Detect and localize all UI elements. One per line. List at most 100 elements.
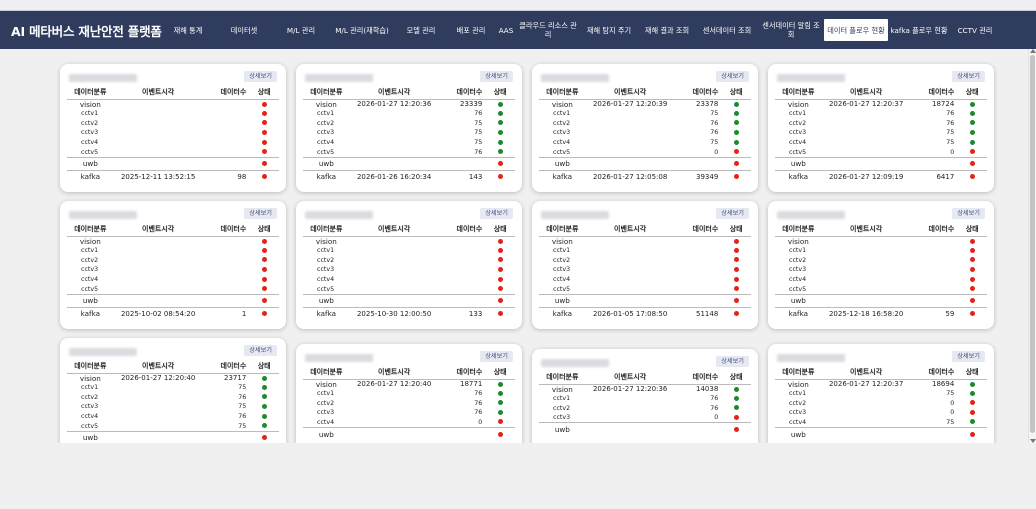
row-event-time xyxy=(586,394,675,404)
row-category: cctv5 xyxy=(317,285,335,293)
menu-item-9[interactable]: 재해 탐지 주기 xyxy=(580,11,638,49)
detail-button[interactable]: 상세보기 xyxy=(716,208,749,219)
row-category: cctv2 xyxy=(317,256,335,264)
table-row: cctv2 xyxy=(539,255,751,265)
menu-item-11[interactable]: 센서데이터 조회 xyxy=(696,11,758,49)
table-row: cctv3 xyxy=(539,265,751,275)
menu-item-12[interactable]: 센서데이터 알림 조회 xyxy=(758,11,824,49)
detail-button[interactable]: 상세보기 xyxy=(244,345,277,356)
column-header-event-time: 이벤트시각 xyxy=(821,366,911,380)
row-event-time xyxy=(822,128,911,138)
row-status xyxy=(721,284,751,294)
row-category: kafka xyxy=(67,169,114,184)
row-category: cctv5 xyxy=(789,148,807,156)
table-row: cctv4 76 xyxy=(67,412,279,422)
status-red-icon xyxy=(733,174,739,180)
row-count xyxy=(910,293,958,308)
row-count xyxy=(910,156,958,171)
row-status xyxy=(721,413,751,423)
row-category: vision xyxy=(787,236,809,246)
detail-button[interactable]: 상세보기 xyxy=(952,71,985,82)
detail-button[interactable]: 상세보기 xyxy=(244,71,277,82)
row-category: cctv3 xyxy=(81,266,99,274)
row-category: kafka xyxy=(303,306,350,321)
detail-button[interactable]: 상세보기 xyxy=(480,208,513,219)
row-count: 76 xyxy=(710,119,719,127)
row-status xyxy=(957,426,987,441)
table-row: cctv1 xyxy=(775,246,987,256)
table-row: vision 2026-01-27 12:20:37 18724 xyxy=(775,99,987,109)
menu-item-3[interactable]: M/L 관리 xyxy=(274,11,328,49)
menu-item-5[interactable]: 모델 관리 xyxy=(396,11,446,49)
row-status xyxy=(721,422,751,436)
row-status xyxy=(249,138,279,148)
table-row: uwb xyxy=(303,426,515,441)
status-green-icon xyxy=(969,101,975,107)
table-row: uwb xyxy=(303,293,515,308)
table-row: kafka 2025-10-30 12:00:50 133 xyxy=(303,306,515,321)
row-status xyxy=(249,306,279,321)
table-row: uwb xyxy=(539,422,751,436)
row-status xyxy=(957,293,987,308)
table-row: cctv1 75 xyxy=(775,389,987,399)
detail-button[interactable]: 상세보기 xyxy=(716,356,749,367)
detail-button[interactable]: 상세보기 xyxy=(952,208,985,219)
row-event-time xyxy=(586,284,675,294)
row-status xyxy=(957,138,987,148)
status-green-icon xyxy=(969,139,975,145)
row-count: 59 xyxy=(910,306,958,321)
vertical-scrollbar[interactable] xyxy=(1028,49,1036,443)
status-green-icon xyxy=(261,384,267,390)
card-header: 상세보기 xyxy=(775,351,987,365)
row-count: 76 xyxy=(474,409,483,417)
menu-item-7[interactable]: AAS xyxy=(496,11,516,49)
status-red-icon xyxy=(497,286,503,292)
menu-item-10[interactable]: 재해 결과 조회 xyxy=(638,11,696,49)
status-red-icon xyxy=(497,419,503,425)
row-event-time xyxy=(586,128,675,138)
row-category: vision xyxy=(79,373,101,383)
row-count xyxy=(675,265,722,275)
row-count: 98 xyxy=(202,169,250,184)
row-count xyxy=(438,293,486,308)
detail-button[interactable]: 상세보기 xyxy=(244,208,277,219)
row-status xyxy=(957,246,987,256)
row-count xyxy=(203,236,250,246)
column-header-event-time: 이벤트시각 xyxy=(821,223,911,237)
table-row: kafka 2025-10-02 08:54:20 1 xyxy=(67,306,279,321)
menu-item-15[interactable]: CCTV 관리 xyxy=(950,11,1000,49)
scroll-up-icon[interactable] xyxy=(1030,49,1036,53)
menu-item-8[interactable]: 클라우드 리소스 관리 xyxy=(516,11,580,49)
row-status xyxy=(957,169,987,184)
column-header-count: 데이터수 xyxy=(438,86,486,100)
menu-item-14[interactable]: kafka 플로우 현황 xyxy=(888,11,950,49)
row-event-time xyxy=(114,275,203,285)
menu-item-6[interactable]: 배포 관리 xyxy=(446,11,496,49)
menu-item-4[interactable]: M/L 관리(재학습) xyxy=(328,11,396,49)
row-category: vision xyxy=(551,99,573,109)
row-status xyxy=(249,246,279,256)
dataflow-card: 상세보기 데이터분류 이벤트시각 데이터수 상태 vision 2026-01-27 12:… xyxy=(532,349,758,443)
menu-item-1[interactable]: 재해 통계 xyxy=(162,11,214,49)
scrollbar-thumb[interactable] xyxy=(1030,55,1035,433)
detail-button[interactable]: 상세보기 xyxy=(480,71,513,82)
row-count xyxy=(203,255,250,265)
row-event-time xyxy=(586,147,675,157)
card-header: 상세보기 xyxy=(67,208,279,222)
row-status xyxy=(249,402,279,412)
row-category: cctv1 xyxy=(81,384,99,392)
row-count: 76 xyxy=(474,110,483,118)
detail-button[interactable]: 상세보기 xyxy=(716,71,749,82)
table-row: cctv5 xyxy=(67,147,279,157)
row-event-time xyxy=(822,255,911,265)
detail-button[interactable]: 상세보기 xyxy=(480,351,513,362)
row-status xyxy=(485,265,515,275)
menu-item-13[interactable]: 데이터 플로우 현황 xyxy=(824,19,888,41)
row-count xyxy=(439,275,486,285)
row-event-time xyxy=(350,138,439,148)
detail-button[interactable]: 상세보기 xyxy=(952,351,985,362)
status-red-icon xyxy=(969,266,975,272)
row-count xyxy=(202,293,250,308)
menu-item-2[interactable]: 데이터셋 xyxy=(214,11,274,49)
row-event-time xyxy=(822,284,911,294)
